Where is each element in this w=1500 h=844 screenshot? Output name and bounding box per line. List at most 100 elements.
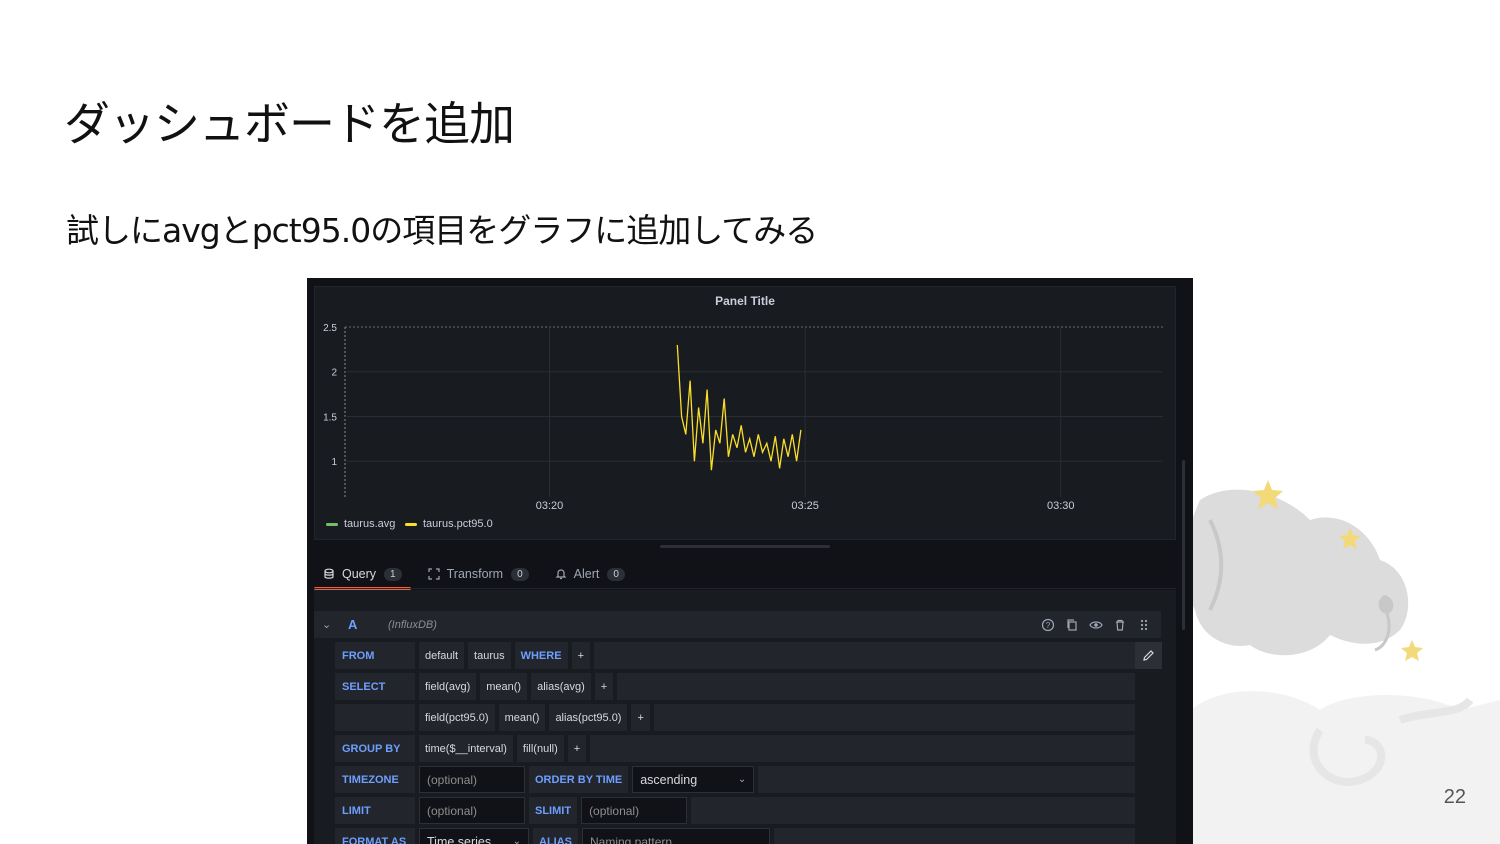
from-label: FROM xyxy=(335,642,415,669)
line-chart: 1 1.5 2 2.5 03:20 03:25 03:30 xyxy=(323,323,1163,512)
scrollbar[interactable] xyxy=(1182,460,1185,630)
duplicate-icon[interactable] xyxy=(1065,618,1079,632)
tab-query[interactable]: Query 1 xyxy=(314,560,411,590)
chevron-down-icon[interactable]: ⌄ xyxy=(322,618,336,631)
row-filler xyxy=(590,735,1135,762)
slide: ダッシュボードを追加 試しにavgとpct95.0の項目をグラフに追加してみる … xyxy=(0,0,1500,844)
timezone-input[interactable]: (optional) xyxy=(419,766,525,793)
row-filler xyxy=(617,673,1135,700)
formatas-label: FORMAT AS xyxy=(335,828,415,844)
legend-label: taurus.pct95.0 xyxy=(423,518,493,530)
y-tick-label: 1.5 xyxy=(323,412,337,423)
select-row-2: field(pct95.0) mean() alias(pct95.0) + xyxy=(335,704,1135,731)
measurement-segment[interactable]: taurus xyxy=(468,642,511,669)
database-icon xyxy=(324,568,334,579)
field-segment-avg[interactable]: field(avg) xyxy=(419,673,477,700)
formatas-row: FORMAT AS Time series ⌄ ALIAS Naming pat… xyxy=(335,828,1135,844)
orderby-select[interactable]: ascending ⌄ xyxy=(632,766,755,793)
select-label-empty xyxy=(335,704,415,731)
aggregation-segment[interactable]: mean() xyxy=(480,673,528,700)
legend-swatch xyxy=(326,522,338,526)
eye-icon[interactable] xyxy=(1089,618,1103,632)
query-ref-id[interactable]: A xyxy=(348,617,388,632)
x-tick-label: 03:20 xyxy=(536,500,564,512)
groupby-fill-segment[interactable]: fill(null) xyxy=(516,735,564,762)
groupby-time-segment[interactable]: time($__interval) xyxy=(419,735,513,762)
svg-text:?: ? xyxy=(1046,621,1051,630)
query-editor: ⌄ A (InfluxDB) ? FROM default taurus WHE… xyxy=(314,590,1176,844)
pencil-icon xyxy=(1143,650,1154,661)
slimit-label: SLIMIT xyxy=(529,797,578,824)
add-select-button[interactable]: + xyxy=(594,673,614,700)
chevron-down-icon: ⌄ xyxy=(512,836,521,844)
groupby-row: GROUP BY time($__interval) fill(null) + xyxy=(335,735,1135,762)
row-filler xyxy=(691,797,1135,824)
orderby-label: ORDER BY TIME xyxy=(529,766,629,793)
add-where-button[interactable]: + xyxy=(571,642,590,669)
legend-label: taurus.avg xyxy=(344,518,396,530)
drag-handle-icon[interactable] xyxy=(1137,618,1151,632)
y-tick-label: 1 xyxy=(331,457,337,468)
bell-icon xyxy=(555,569,567,580)
tab-divider xyxy=(314,588,1176,589)
alias-segment-avg[interactable]: alias(avg) xyxy=(531,673,591,700)
tab-label: Query xyxy=(342,567,377,581)
select-label: SELECT xyxy=(335,673,415,700)
tab-count-badge: 0 xyxy=(511,567,529,581)
limit-input[interactable]: (optional) xyxy=(419,797,525,824)
row-filler xyxy=(653,704,1135,731)
add-select-button[interactable]: + xyxy=(631,704,650,731)
from-row: FROM default taurus WHERE + xyxy=(335,642,1135,669)
trash-icon[interactable] xyxy=(1113,618,1127,632)
orderby-value: ascending xyxy=(640,772,698,787)
graph-panel: Panel Title 1 1.5 2 2.5 03:20 03:25 03:30 taur… xyxy=(314,286,1176,540)
slide-subtitle: 試しにavgとpct95.0の項目をグラフに追加してみる xyxy=(66,211,818,250)
tab-transform[interactable]: Transform 0 xyxy=(419,560,538,588)
y-tick-label: 2.5 xyxy=(323,323,337,334)
help-icon[interactable]: ? xyxy=(1041,618,1055,632)
row-filler xyxy=(774,828,1135,844)
x-tick-label: 03:25 xyxy=(791,500,819,512)
timezone-label: TIMEZONE xyxy=(335,766,415,793)
x-tick-label: 03:30 xyxy=(1047,500,1075,512)
y-tick-label: 2 xyxy=(331,368,337,379)
slide-title: ダッシュボードを追加 xyxy=(64,97,515,151)
tab-label: Transform xyxy=(446,567,504,581)
query-row-header[interactable]: ⌄ A (InfluxDB) ? xyxy=(314,611,1161,638)
panel-resize-handle[interactable] xyxy=(660,545,830,548)
row-filler xyxy=(594,642,1135,669)
tab-count-badge: 0 xyxy=(607,567,625,581)
alias-label: ALIAS xyxy=(533,828,578,844)
legend-item-pct95[interactable]: taurus.pct95.0 xyxy=(405,518,493,530)
retention-policy-segment[interactable]: default xyxy=(419,642,465,669)
transform-icon xyxy=(428,568,440,580)
where-label: WHERE xyxy=(514,642,568,669)
legend-swatch xyxy=(405,522,417,526)
groupby-label: GROUP BY xyxy=(335,735,415,762)
page-number: 22 xyxy=(1443,786,1466,808)
grafana-screenshot: Panel Title 1 1.5 2 2.5 03:20 03:25 03:30 taur… xyxy=(307,278,1193,844)
timezone-row: TIMEZONE (optional) ORDER BY TIME ascend… xyxy=(335,766,1135,793)
tab-count-badge: 1 xyxy=(384,567,402,581)
chevron-down-icon: ⌄ xyxy=(737,774,747,785)
row-filler xyxy=(758,766,1135,793)
editor-tabs: Query 1 Transform 0 Alert 0 xyxy=(314,560,642,590)
edit-raw-query-button[interactable] xyxy=(1135,642,1162,669)
legend-item-avg[interactable]: taurus.avg xyxy=(326,518,395,530)
add-groupby-button[interactable]: + xyxy=(567,735,587,762)
tab-label: Alert xyxy=(573,567,600,581)
tab-alert[interactable]: Alert 0 xyxy=(546,560,634,588)
formatas-value: Time series xyxy=(427,834,492,844)
aggregation-segment[interactable]: mean() xyxy=(498,704,546,731)
alias-input[interactable]: Naming pattern xyxy=(582,828,770,844)
limit-label: LIMIT xyxy=(335,797,415,824)
select-row-1: SELECT field(avg) mean() alias(avg) + xyxy=(335,673,1135,700)
series-line-pct95 xyxy=(676,344,802,471)
field-segment-pct95[interactable]: field(pct95.0) xyxy=(419,704,495,731)
alias-segment-pct95[interactable]: alias(pct95.0) xyxy=(549,704,628,731)
query-actions: ? xyxy=(1041,618,1151,632)
query-datasource: (InfluxDB) xyxy=(388,618,437,631)
formatas-select[interactable]: Time series ⌄ xyxy=(419,828,529,844)
limit-row: LIMIT (optional) SLIMIT (optional) xyxy=(335,797,1135,824)
slimit-input[interactable]: (optional) xyxy=(581,797,688,824)
